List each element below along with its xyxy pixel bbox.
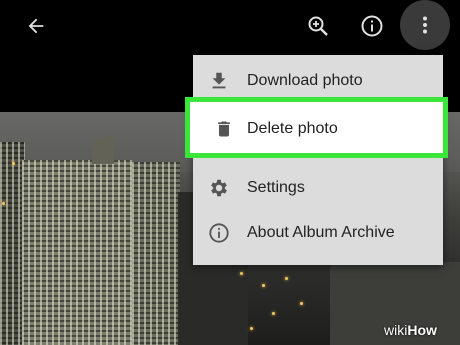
menu-item-label: About Album Archive [247, 224, 395, 241]
photo-building-side [132, 162, 180, 345]
menu-item-label: Delete photo [247, 120, 338, 137]
menu-item-label: Settings [247, 179, 305, 196]
menu-item-label: Download photo [247, 72, 363, 89]
city-light [2, 202, 5, 205]
city-light [285, 277, 288, 280]
city-light [250, 327, 253, 330]
city-light [240, 272, 243, 275]
arrow-back-icon [28, 18, 44, 34]
gear-icon [207, 176, 231, 200]
city-light [262, 284, 265, 287]
city-light [300, 302, 303, 305]
back-button[interactable] [18, 10, 54, 42]
download-icon [207, 69, 231, 93]
more-vert-icon [423, 16, 427, 34]
info-icon [207, 221, 231, 245]
overflow-menu: Download photo Settings About Album Arch… [193, 55, 443, 265]
trash-icon [212, 117, 236, 141]
zoom-in-button[interactable] [300, 8, 336, 44]
menu-item-about-album-archive[interactable]: About Album Archive [193, 211, 443, 255]
more-options-button[interactable] [400, 0, 450, 50]
watermark-how: How [407, 322, 437, 338]
city-light [272, 312, 275, 315]
wikihow-watermark: wikiHow [384, 322, 437, 338]
menu-item-settings[interactable]: Settings [193, 166, 443, 210]
info-button[interactable] [354, 8, 390, 44]
info-icon [361, 15, 383, 37]
menu-item-delete-photo[interactable]: Delete photo [185, 97, 448, 158]
watermark-wiki: wiki [384, 322, 408, 338]
photo-building-main [22, 160, 132, 345]
city-light [12, 162, 15, 165]
zoom-in-icon [308, 16, 328, 36]
